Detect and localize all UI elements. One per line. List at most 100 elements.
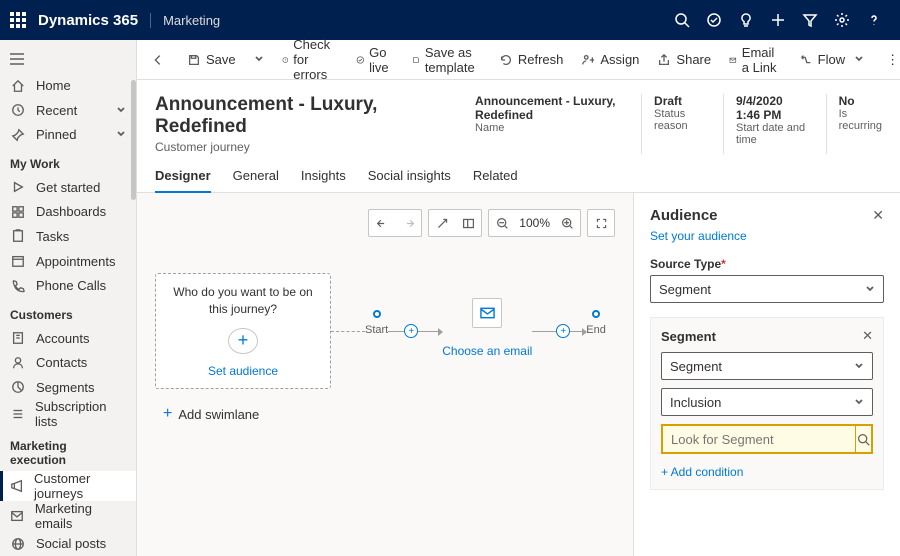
nav-appointments[interactable]: Appointments <box>0 249 136 274</box>
filter-icon[interactable] <box>794 0 826 40</box>
check-errors-button[interactable]: Check for errors <box>274 40 346 80</box>
fullscreen-button[interactable] <box>588 210 614 236</box>
flow-button[interactable]: Flow <box>791 40 872 80</box>
email-icon <box>472 298 502 328</box>
save-dropdown[interactable] <box>246 40 272 80</box>
segment-search-field[interactable] <box>661 424 873 454</box>
globe-icon <box>10 536 26 552</box>
add-icon[interactable] <box>762 0 794 40</box>
nav-label: Segments <box>36 380 95 395</box>
segment-search-input[interactable] <box>663 426 855 452</box>
hamburger-button[interactable] <box>0 44 136 73</box>
share-button[interactable]: Share <box>649 40 719 80</box>
command-bar: Save Check for errors Go live Save as te… <box>137 40 900 80</box>
phone-icon <box>10 278 26 294</box>
go-live-button[interactable]: Go live <box>348 40 403 80</box>
redo-button[interactable] <box>395 210 421 236</box>
journey-flow: Who do you want to be on this journey? +… <box>155 273 606 389</box>
task-icon[interactable] <box>698 0 730 40</box>
record-subtitle: Customer journey <box>155 140 439 154</box>
cmd-label: Save as template <box>425 45 481 75</box>
app-launcher-icon[interactable] <box>10 12 26 28</box>
email-link-button[interactable]: Email a Link <box>721 40 789 80</box>
segment-remove-button[interactable]: ✕ <box>862 328 873 344</box>
nav-social-posts[interactable]: Social posts <box>0 531 136 556</box>
nav-dashboards[interactable]: Dashboards <box>0 200 136 225</box>
back-button[interactable] <box>145 40 171 80</box>
search-icon[interactable] <box>666 0 698 40</box>
panel-title: Audience <box>650 207 718 224</box>
canvas-toolbar: 100% <box>368 209 615 237</box>
nav-segments[interactable]: Segments <box>0 375 136 400</box>
nav-contacts[interactable]: Contacts <box>0 350 136 375</box>
nav-home[interactable]: Home <box>0 73 136 98</box>
add-condition-link[interactable]: + Add condition <box>661 465 743 479</box>
nav-tasks[interactable]: Tasks <box>0 224 136 249</box>
segment-box: Segment ✕ Segment Inclusion <box>650 317 884 490</box>
end-label: End <box>586 324 606 336</box>
help-icon[interactable] <box>858 0 890 40</box>
source-type-select[interactable]: Segment <box>650 275 884 303</box>
start-label: Start <box>365 324 388 336</box>
start-node: Start <box>365 310 388 336</box>
nav-label: Home <box>36 78 71 93</box>
expand-button[interactable] <box>429 210 455 236</box>
tab-social-insights[interactable]: Social insights <box>368 168 451 192</box>
module-name[interactable]: Marketing <box>150 13 220 28</box>
nav-customer-journeys[interactable]: Customer journeys <box>0 471 136 501</box>
add-step-button[interactable]: + <box>404 324 418 338</box>
audience-start-card[interactable]: Who do you want to be on this journey? +… <box>155 273 331 389</box>
refresh-button[interactable]: Refresh <box>491 40 572 80</box>
nav-pinned[interactable]: Pinned <box>0 123 136 148</box>
set-audience-link[interactable]: Set your audience <box>650 229 747 243</box>
zoom-out-button[interactable] <box>489 210 515 236</box>
inclusion-select[interactable]: Inclusion <box>661 388 873 416</box>
segment-select[interactable]: Segment <box>661 352 873 380</box>
cmd-label: Email a Link <box>742 45 781 75</box>
zoom-in-button[interactable] <box>554 210 580 236</box>
gear-icon[interactable] <box>826 0 858 40</box>
save-button[interactable]: Save <box>179 40 244 80</box>
clock-icon <box>10 102 26 118</box>
flow-connector <box>418 331 442 332</box>
select-value: Segment <box>670 359 722 374</box>
tab-general[interactable]: General <box>233 168 279 192</box>
email-node[interactable]: Choose an email <box>442 298 532 358</box>
nav-subscription-lists[interactable]: Subscription lists <box>0 399 136 429</box>
nav-label: Dashboards <box>36 204 106 219</box>
dashboard-icon <box>10 204 26 220</box>
add-step-button[interactable]: + <box>556 324 570 338</box>
lightbulb-icon[interactable] <box>730 0 762 40</box>
nav-marketing-emails[interactable]: Marketing emails <box>0 501 136 531</box>
end-node: End <box>586 310 606 336</box>
tab-related[interactable]: Related <box>473 168 518 192</box>
select-value: Segment <box>659 282 711 297</box>
nav-get-started[interactable]: Get started <box>0 175 136 200</box>
nav-recent[interactable]: Recent <box>0 98 136 123</box>
start-circle-icon <box>373 310 381 318</box>
panel-close-button[interactable]: ✕ <box>872 207 884 224</box>
source-type-label: Source Type <box>650 257 721 271</box>
choose-email-link[interactable]: Choose an email <box>442 344 532 358</box>
pie-icon <box>10 379 26 395</box>
play-icon <box>10 179 26 195</box>
tab-designer[interactable]: Designer <box>155 168 211 193</box>
add-swimlane-button[interactable]: + Add swimlane <box>163 405 259 423</box>
calendar-icon <box>10 253 26 269</box>
cmd-label: Save <box>206 52 236 67</box>
save-template-button[interactable]: Save as template <box>404 40 489 80</box>
nav-phone-calls[interactable]: Phone Calls <box>0 273 136 298</box>
chevron-down-icon <box>865 282 875 297</box>
sidebar-scrollbar[interactable] <box>131 80 136 200</box>
overflow-button[interactable]: ⋮ <box>882 40 900 80</box>
segment-search-button[interactable] <box>855 426 871 452</box>
meta-name-label: Name <box>475 122 623 134</box>
cmd-label: Check for errors <box>293 37 337 82</box>
assign-button[interactable]: Assign <box>573 40 647 80</box>
undo-button[interactable] <box>369 210 395 236</box>
nav-accounts[interactable]: Accounts <box>0 326 136 351</box>
add-audience-button[interactable]: + <box>228 328 258 354</box>
map-button[interactable] <box>455 210 481 236</box>
tab-insights[interactable]: Insights <box>301 168 346 192</box>
set-audience-link[interactable]: Set audience <box>208 364 278 378</box>
